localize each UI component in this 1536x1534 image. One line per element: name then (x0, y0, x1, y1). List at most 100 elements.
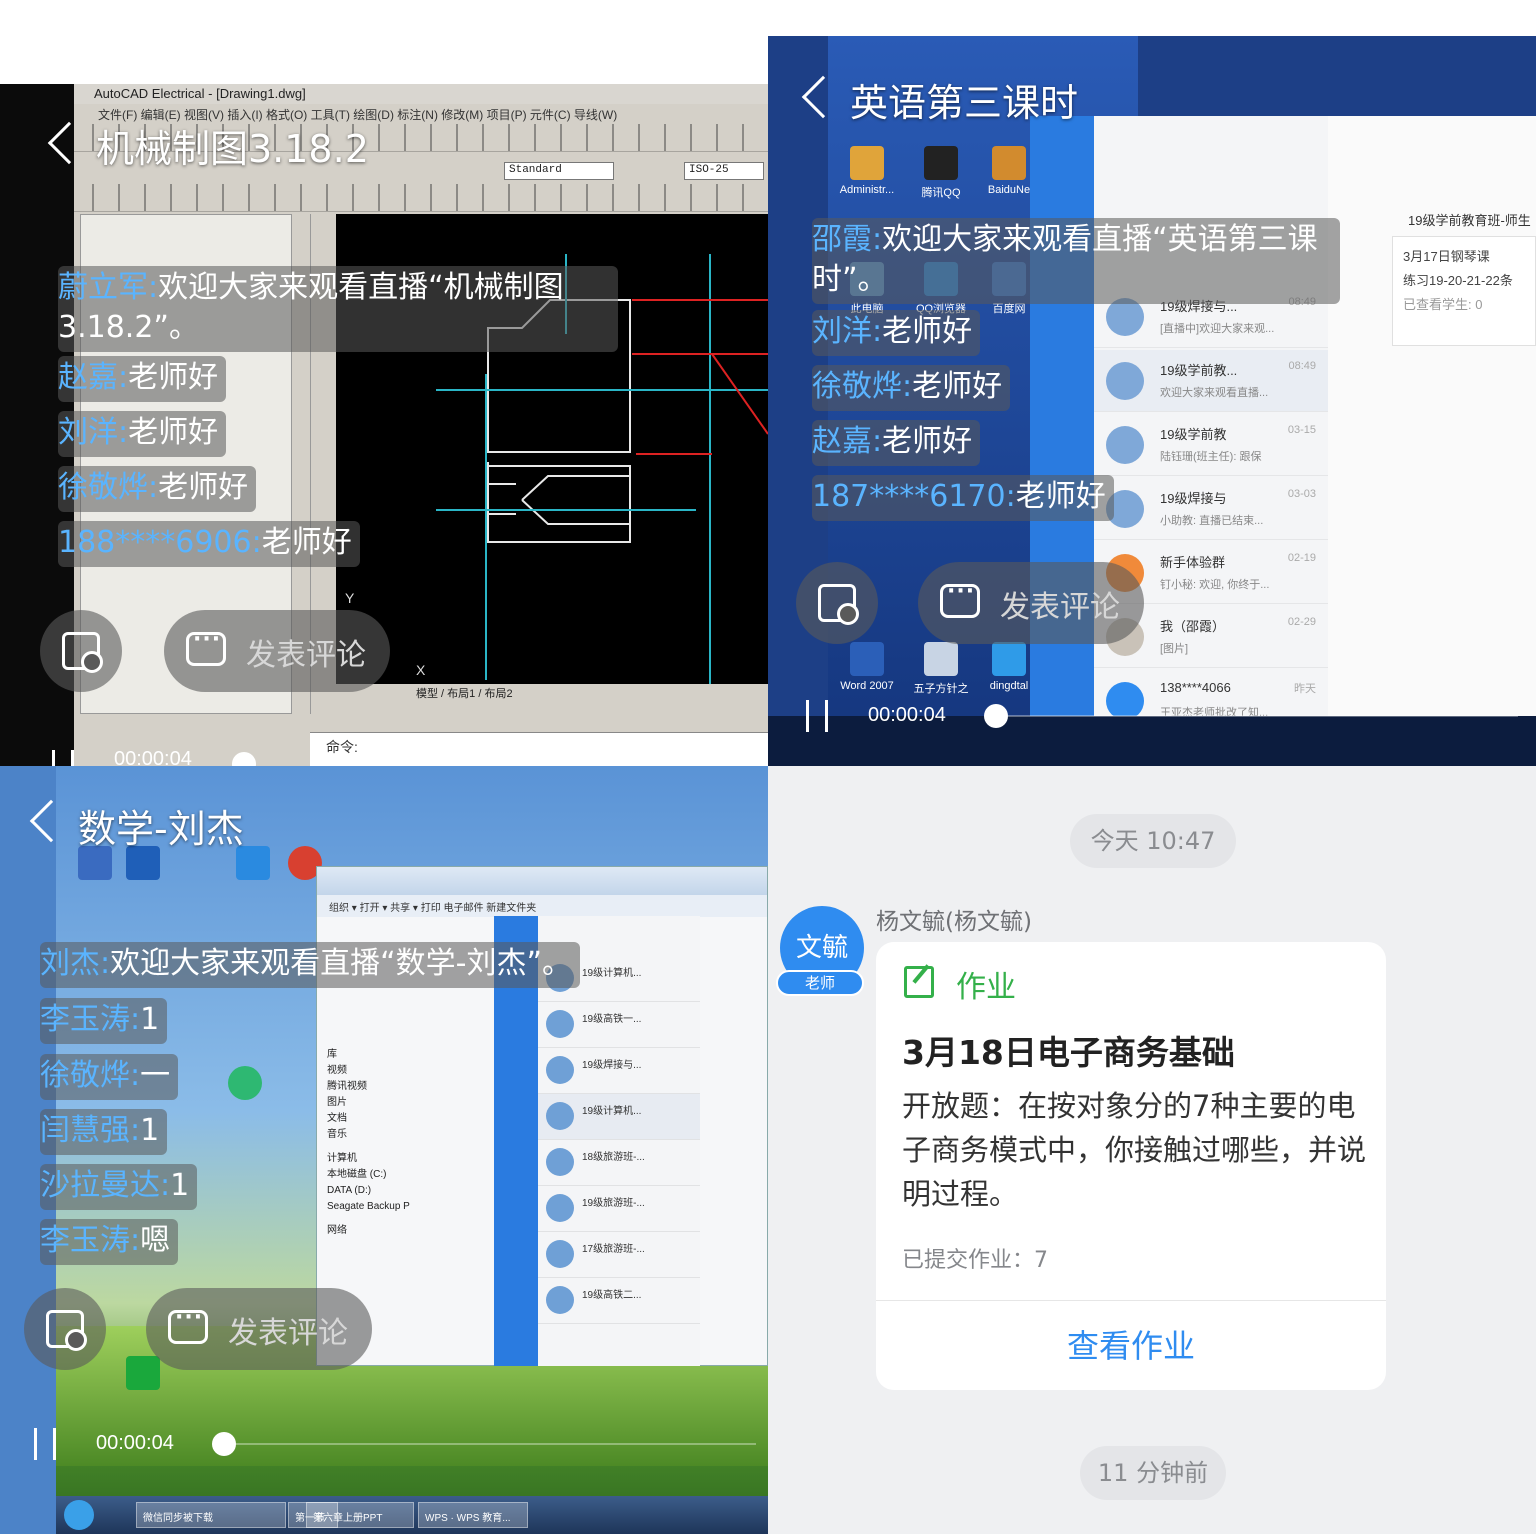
progress-knob[interactable] (212, 1432, 236, 1456)
conversation-item[interactable]: 19级计算机... (538, 1094, 700, 1140)
comment-button[interactable]: 发表评论 (164, 610, 390, 692)
live-title: 英语第三课时 (850, 81, 1079, 125)
progress-track[interactable] (236, 1443, 756, 1445)
homework-card[interactable]: 作业 3月18日电子商务基础 开放题：在按对象分的7种主要的电子商务模式中，你接… (876, 942, 1386, 1390)
desktop-icon: Word 2007 (840, 642, 894, 692)
playback-time: 00:00:04 (114, 748, 192, 766)
chat-username: 刘洋: (58, 415, 129, 450)
comment-placeholder: 发表评论 (246, 638, 366, 673)
conversation-item[interactable]: 19级高铁二... (538, 1278, 700, 1324)
chat-message: 赵嘉:老师好 (58, 356, 227, 402)
chat-text: 老师好 (882, 314, 973, 349)
desktop-icon (228, 846, 276, 894)
chat-text: 老师好 (882, 424, 973, 459)
chat-message: 刘洋:老师好 (812, 310, 981, 356)
conversation-item[interactable]: 17级旅游班-... (538, 1232, 700, 1278)
chat-username: 李玉涛: (40, 1223, 141, 1258)
comment-placeholder: 发表评论 (1000, 590, 1120, 625)
avatar (546, 1194, 574, 1222)
chat-message: 徐敬烨:老师好 (58, 466, 257, 512)
chat-username: 188****6906: (58, 525, 262, 560)
conversation-pane: 19级学前教育班-师生 3月17日钢琴课 练习19-20-21-22条 已查看学… (1328, 116, 1536, 716)
command-line: 命令: (310, 732, 768, 766)
live-panel-cad[interactable]: AutoCAD Electrical - [Drawing1.dwg] 文件(F… (0, 84, 768, 766)
autocad-toolbar-2 (74, 184, 768, 212)
conversation-item[interactable]: 19级旅游班-... (538, 1186, 700, 1232)
text-style-select: Standard (504, 162, 614, 180)
chat-text: 1 (170, 1168, 190, 1203)
chat-message: 徐敬烨:一 (40, 1054, 179, 1100)
avatar (1106, 426, 1144, 464)
chat-text: 一 (140, 1058, 171, 1093)
desktop-icon: Administr... (840, 146, 894, 196)
conversation-item[interactable]: 18级旅游班-... (538, 1140, 700, 1186)
chat-message: 李玉涛:1 (40, 998, 168, 1044)
chat-message: 188****6906:老师好 (58, 521, 360, 567)
progress-track[interactable] (1008, 715, 1518, 717)
timestamp-chip: 今天 10:47 (1070, 814, 1236, 868)
dim-style-select: ISO-25 (684, 162, 764, 180)
pause-icon[interactable] (806, 700, 828, 732)
chat-username: 赵嘉: (58, 360, 129, 395)
live-title: 数学-刘杰 (78, 807, 244, 851)
desktop-icon: 五子方针之 (914, 642, 969, 695)
chat-text: 老师好 (912, 369, 1003, 404)
homework-edit-icon (904, 966, 934, 998)
chat-username: 李玉涛: (40, 1002, 141, 1037)
progress-knob[interactable] (984, 704, 1008, 728)
chat-message: 赵嘉:老师好 (812, 420, 981, 466)
conversation-title: 19级学前教育班-师生 (1408, 213, 1531, 228)
pause-icon[interactable] (52, 750, 74, 766)
chat-username: 沙拉曼达: (40, 1168, 171, 1203)
chat-toggle-button[interactable] (796, 562, 878, 644)
taskbar-item[interactable]: 第六章上册PPT (306, 1502, 414, 1528)
taskbar: 微信同步被下载 第一节 第六章上册PPT WPS · WPS 教育... (56, 1496, 768, 1534)
conversation-item[interactable]: 19级焊接与... (538, 1048, 700, 1094)
view-homework-button[interactable]: 查看作业 (876, 1302, 1386, 1390)
chat-toggle-button[interactable] (24, 1288, 106, 1370)
chat-username: 徐敬烨: (40, 1058, 141, 1093)
homework-tag: 作业 (956, 970, 1016, 1005)
teacher-role-badge: 老师 (776, 970, 864, 996)
chat-text: 老师好 (1015, 479, 1106, 514)
chat-text: 老师好 (261, 525, 352, 560)
pause-icon[interactable] (34, 1428, 56, 1460)
card-divider (876, 1300, 1386, 1301)
explorer-address-bar (317, 867, 767, 895)
chat-username: 蔚立军: (58, 270, 159, 305)
start-button-icon[interactable] (64, 1500, 94, 1530)
conversation-item[interactable]: 19级学前教 03-15 陆钰珊(班主任): 跟保 (1094, 414, 1328, 476)
desktop-icon: 腾讯QQ (916, 146, 964, 199)
word-icon (850, 642, 884, 676)
chat-username: 徐敬烨: (812, 369, 913, 404)
qq-icon (924, 146, 958, 180)
message-card: 3月17日钢琴课 练习19-20-21-22条 已查看学生: 0 (1392, 236, 1536, 346)
chat-username: 赵嘉: (812, 424, 883, 459)
conversation-item[interactable]: 19级高铁一... (538, 1002, 700, 1048)
chat-text: 欢迎大家来观看直播“英语第三课时”。 (812, 222, 1318, 297)
document-icon (924, 642, 958, 676)
comment-button[interactable]: 发表评论 (146, 1288, 372, 1370)
chat-username: 187****6170: (812, 479, 1016, 514)
chat-username: 邵霞: (812, 222, 883, 257)
desktop-icon (118, 1356, 166, 1404)
layout-tabs: 模型 / 布局1 / 布局2 (336, 684, 768, 700)
chat-username: 闫慧强: (40, 1113, 141, 1148)
live-title: 机械制图3.18.2 (96, 127, 369, 171)
conversation-item[interactable]: 19级焊接与 03-03 小助教: 直播已结束... (1094, 478, 1328, 540)
taskbar-item[interactable]: WPS · WPS 教育... (418, 1502, 528, 1528)
comment-button[interactable]: 发表评论 (918, 562, 1144, 644)
taskbar-item[interactable]: 微信同步被下载 (136, 1502, 286, 1528)
live-panel-english[interactable]: Administr... 腾讯QQ BaiduNe 此电脑 QQ浏览器 百度网 … (768, 36, 1536, 766)
chat-toggle-icon (62, 632, 103, 673)
conversation-item[interactable]: 19级学前教... 08:49 欢迎大家来观看直播... (1094, 350, 1328, 412)
chat-text: 老师好 (158, 470, 249, 505)
avatar (546, 1148, 574, 1176)
chat-toggle-button[interactable] (40, 610, 122, 692)
avatar (546, 1240, 574, 1268)
iqiyi-icon (126, 1356, 160, 1390)
chat-message: 李玉涛:嗯 (40, 1219, 179, 1265)
avatar (546, 1056, 574, 1084)
autocad-titlebar: AutoCAD Electrical - [Drawing1.dwg] (74, 84, 768, 104)
live-panel-math[interactable]: 组织 ▾ 打开 ▾ 共享 ▾ 打印 电子邮件 新建文件夹 库 视频 腾讯视频 图… (0, 766, 768, 1534)
